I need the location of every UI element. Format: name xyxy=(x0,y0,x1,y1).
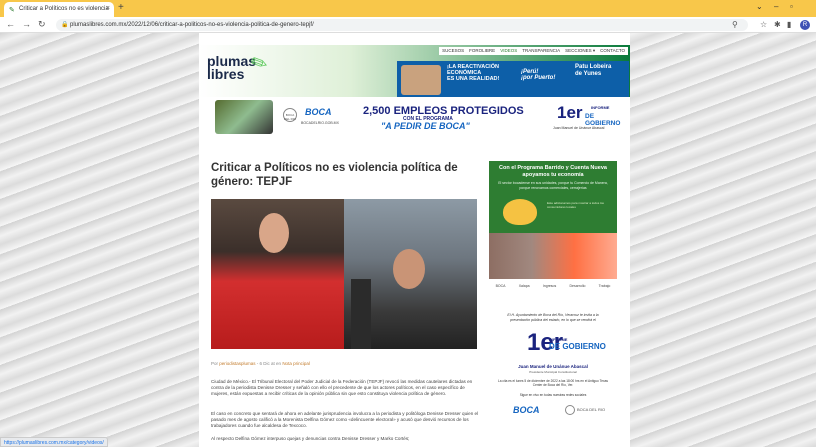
meta-date: - 6 Dic at en xyxy=(255,361,283,366)
url-text: plumaslibres.com.mx/2022/12/06/criticar-… xyxy=(70,22,314,28)
chevron-down-icon[interactable]: ⌄ xyxy=(756,2,763,11)
microphone-icon xyxy=(351,279,371,349)
informe-name: Juan Manuel de Unánue Abascal xyxy=(553,126,605,130)
minimize-icon[interactable]: – xyxy=(774,2,778,11)
status-bar-url: https://plumaslibres.com.mx/category/vid… xyxy=(0,437,108,447)
barrido-text: Este adicionamos para mostrar a todos lo… xyxy=(547,201,604,209)
address-bar-row: ← → ↻ 🔒 plumaslibres.com.mx/2022/12/06/c… xyxy=(0,17,816,33)
nav-sucesos[interactable]: SUCESOS xyxy=(442,48,464,54)
ad-slogan: ¡Perú! ¡por Puerto! xyxy=(521,69,555,81)
top-nav: SUCESOS FOROLIBRE VIDEOS TRANSPARENCIA S… xyxy=(439,47,628,55)
ad-line3: ES UNA REALIDAD! xyxy=(447,76,500,82)
maximize-icon[interactable]: ▫ xyxy=(790,2,793,11)
article-paragraph-1: Ciudad de México.- El Tribunal Electoral… xyxy=(211,379,473,397)
shop-photo xyxy=(489,233,617,279)
extensions-icon[interactable]: ✱ xyxy=(774,20,781,29)
avatar[interactable]: R xyxy=(800,20,810,30)
article-page: SUCESOS FOROLIBRE VIDEOS TRANSPARENCIA S… xyxy=(199,33,630,447)
sponsor-logo: Ingresos xyxy=(542,284,557,288)
article-paragraph-2: El caso en concreto que sentará de ahora… xyxy=(211,411,479,429)
lock-icon[interactable]: 🔒 xyxy=(61,21,68,28)
informe-label: INFORME DE GOBIERNO xyxy=(549,337,606,351)
informe-bottom: DE GOBIERNO xyxy=(585,113,621,127)
reactivacion-ad-banner[interactable]: ¡LA REACTIVACIÓN ECONÓMICA ES UNA REALID… xyxy=(397,61,629,97)
barrido-sub: El sector bocadense en sus unidades, por… xyxy=(498,181,608,190)
informe-ad[interactable]: El H. Ayuntamiento de Boca del Río, Vera… xyxy=(489,307,617,447)
barrido-title: Con el Programa Barrido y Cuenta Nueva a… xyxy=(499,165,607,178)
sponsor-logo: Xalapa xyxy=(518,284,530,288)
author-link[interactable]: periodistasplumas xyxy=(219,361,255,366)
piggy-bank-icon xyxy=(503,199,537,225)
ad-name: Patu Lobeira de Yunes xyxy=(575,64,611,78)
article-title: Criticar a Políticos no es violencia pol… xyxy=(211,162,458,188)
nav-transparencia[interactable]: TRANSPARENCIA xyxy=(522,48,560,54)
article-meta: Por periodistasplumas - 6 Dic at en Nota… xyxy=(211,361,310,366)
article-paragraph-3: Al respecto Delfina Gómez interpuso quej… xyxy=(211,436,410,441)
hero-face-right xyxy=(393,249,425,289)
informe-person-role: Presidente Municipal Constitucional xyxy=(529,370,577,374)
nav-forolibre[interactable]: FOROLIBRE xyxy=(469,48,495,54)
ad-headline: ¡LA REACTIVACIÓN ECONÓMICA ES UNA REALID… xyxy=(447,64,499,82)
sponsor-logos: BOCA Xalapa Ingresos Desarrollo Trabajo xyxy=(489,281,617,291)
logo-line2: libres xyxy=(207,66,245,82)
tab-title: Criticar a Políticos no es violencia xyxy=(19,6,109,12)
informe-date: La cita es el lunes 5 de diciembre de 20… xyxy=(498,379,608,388)
informe-top: INFORME xyxy=(591,105,610,110)
ad-slogan2: ¡por Puerto! xyxy=(521,75,556,81)
ad-name1: Patu Lobeira xyxy=(575,64,612,70)
ad-photo xyxy=(401,65,441,95)
sponsor-logo: Desarrollo xyxy=(569,284,586,288)
tab-bar: ✎ Criticar a Políticos no es violencia ×… xyxy=(0,0,816,17)
forward-icon[interactable]: → xyxy=(22,19,31,29)
informe-person-name: Juan Manuel de Unánue Abascal xyxy=(518,364,588,369)
back-icon[interactable]: ← xyxy=(6,19,15,29)
sponsor-logo: BOCA xyxy=(495,284,506,288)
empleos-ad-banner[interactable]: BOCA DEL RIO BOCA BOCADELRIO.GOB.MX 2,50… xyxy=(213,99,621,137)
close-tab-icon[interactable]: × xyxy=(106,5,110,12)
informe-number: 1er xyxy=(557,103,583,122)
informe-label-bottom: DE GOBIERNO xyxy=(549,342,606,351)
new-tab-button[interactable]: + xyxy=(118,2,124,13)
empleos-program: "A PEDIR DE BOCA" xyxy=(381,121,470,131)
site-header: SUCESOS FOROLIBRE VIDEOS TRANSPARENCIA S… xyxy=(199,45,630,97)
ad-name2: de Yunes xyxy=(575,71,602,77)
boca-url: BOCADELRIO.GOB.MX xyxy=(301,121,339,125)
sidepanel-icon[interactable]: ▮ xyxy=(787,20,791,29)
boca-logo: BOCA xyxy=(305,107,332,117)
informe-follow: Sigue en vivo en todas nuestras redes so… xyxy=(519,393,587,397)
zoom-icon[interactable]: ⚲ xyxy=(732,20,738,29)
page-viewport: SUCESOS FOROLIBRE VIDEOS TRANSPARENCIA S… xyxy=(0,33,816,447)
reload-icon[interactable]: ↻ xyxy=(38,19,46,30)
url-input[interactable]: 🔒 plumaslibres.com.mx/2022/12/06/critica… xyxy=(56,19,748,31)
feather-icon: ✎ xyxy=(9,7,15,14)
nav-videos[interactable]: VIDEOS xyxy=(500,48,517,54)
bookmark-star-icon[interactable]: ☆ xyxy=(760,20,767,29)
nav-secciones[interactable]: SECCIONES ▾ xyxy=(565,48,595,54)
active-tab[interactable]: ✎ Criticar a Políticos no es violencia × xyxy=(4,2,114,17)
nav-contacto[interactable]: CONTACTO xyxy=(600,48,625,54)
article-hero-image xyxy=(211,199,477,349)
ad-photo xyxy=(215,100,273,134)
boca-logo: BOCA xyxy=(513,405,540,415)
boca-seal-icon xyxy=(565,405,575,415)
informe-quote: El H. Ayuntamiento de Boca del Río, Vera… xyxy=(507,313,599,322)
hero-face-left xyxy=(259,213,289,253)
sponsor-logo: Trabajo xyxy=(598,284,611,288)
boca-seal-icon: BOCA DEL RIO xyxy=(283,108,297,122)
category-link[interactable]: Nota principal xyxy=(282,361,310,366)
boca-text: BOCA DEL RIO xyxy=(577,407,606,412)
barrido-ad[interactable]: Con el Programa Barrido y Cuenta Nueva a… xyxy=(489,161,617,279)
